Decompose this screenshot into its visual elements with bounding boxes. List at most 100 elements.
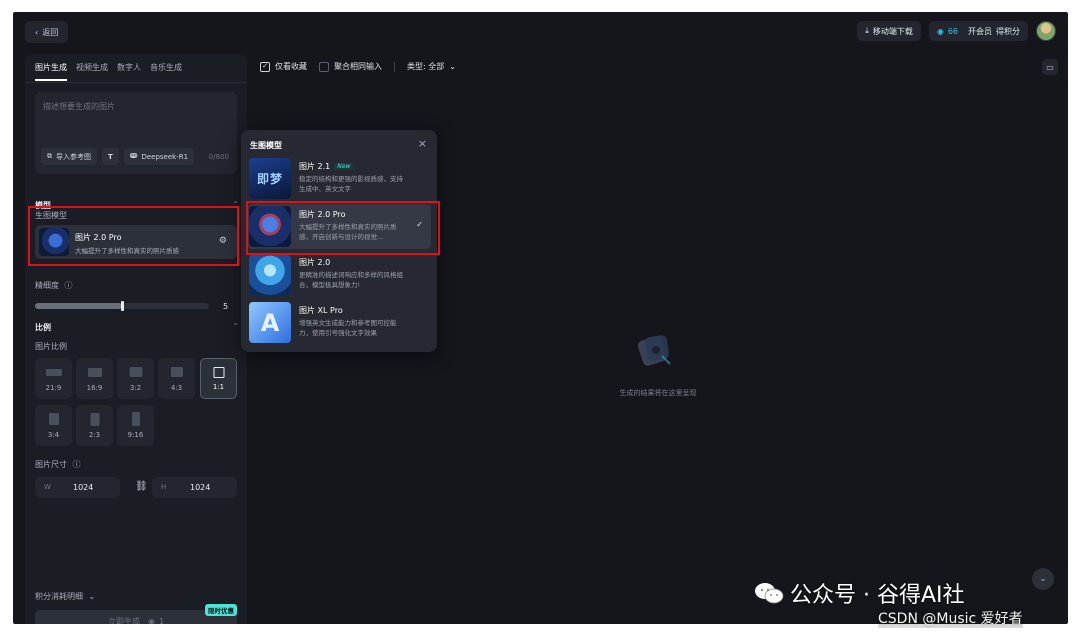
ratio-section-title: 比例 bbox=[35, 323, 51, 332]
prompt-input[interactable]: 描述想要生成的图片 ⧉ 导入参考图 T ↈ Deepseek-R1 0/800 bbox=[35, 92, 237, 174]
prompt-placeholder: 描述想要生成的图片 bbox=[43, 102, 115, 111]
ratio-shape bbox=[48, 413, 59, 425]
watermark-csdn: CSDN @Music 爱好者 bbox=[878, 608, 1023, 628]
size-text: 图片尺寸 bbox=[35, 460, 67, 469]
workspace-toolbar: ✓ 仅看收藏 聚合相同输入 类型: 全部 ⌄ bbox=[260, 61, 456, 72]
ratio-option[interactable]: 16:9 bbox=[76, 358, 113, 399]
model-option[interactable]: 图片 2.0 更精准的描述词响应和多样的风格组合，模型极具想象力! bbox=[247, 252, 431, 297]
model-thumbnail: 即梦 bbox=[249, 158, 291, 199]
model-name-text: 图片 2.1 bbox=[299, 162, 331, 171]
deepseek-button[interactable]: ↈ Deepseek-R1 bbox=[123, 148, 195, 165]
left-panel: 图片生成 视频生成 数字人 音乐生成 描述想要生成的图片 ⧉ 导入参考图 T ↈ… bbox=[25, 54, 247, 624]
mobile-download-label: 移动端下载 bbox=[872, 26, 913, 36]
ratio-shape bbox=[131, 412, 140, 426]
back-button[interactable]: ‹ 返回 bbox=[25, 21, 69, 43]
precision-text: 精细度 bbox=[35, 281, 59, 290]
size-label: 图片尺寸 ⓘ bbox=[35, 459, 81, 470]
link-icon[interactable]: ⛓ bbox=[135, 481, 148, 492]
height-value: 1024 bbox=[190, 483, 211, 492]
download-icon: ⤓ bbox=[865, 26, 869, 35]
ratio-text: 21:9 bbox=[45, 384, 62, 392]
empty-state-text: 生成的结果将在这里呈现 bbox=[619, 389, 697, 397]
model-option[interactable]: A 图片 XL Pro 增强英文生成能力和参考图可控能力，使用引号强化文字效果 bbox=[247, 300, 431, 345]
chevron-down-icon: ⌄ bbox=[88, 592, 96, 601]
popup-title: 生图模型 bbox=[250, 141, 282, 150]
model-option-desc: 更精准的描述词响应和多样的风格组合，模型极具想象力! bbox=[299, 271, 403, 289]
new-badge: New bbox=[334, 163, 354, 170]
avatar[interactable] bbox=[1036, 21, 1056, 41]
text-tool-button[interactable]: T bbox=[102, 148, 119, 165]
model-option-desc: 增强英文生成能力和参考图可控能力，使用引号强化文字效果 bbox=[299, 319, 397, 337]
ratio-text: 3:2 bbox=[129, 384, 142, 392]
model-option-name: 图片 2.0 bbox=[299, 257, 330, 268]
slider-handle[interactable] bbox=[121, 301, 124, 311]
type-filter-label: 类型: 全部 bbox=[407, 62, 445, 71]
tab-video[interactable]: 视频生成 bbox=[76, 62, 108, 81]
checkbox-checked-icon: ✓ bbox=[260, 61, 270, 72]
precision-label: 精细度 ⓘ bbox=[35, 280, 73, 291]
chevron-up-icon[interactable]: ⌃ bbox=[232, 322, 239, 331]
cost-label: 积分消耗明细 bbox=[35, 592, 83, 601]
divider bbox=[394, 61, 395, 72]
ratio-option[interactable]: 21:9 bbox=[35, 358, 72, 399]
chevron-left-icon: ‹ bbox=[35, 27, 39, 37]
ratio-option[interactable]: 2:3 bbox=[76, 405, 113, 446]
import-reference-button[interactable]: ⧉ 导入参考图 bbox=[41, 148, 97, 165]
back-label: 返回 bbox=[42, 27, 59, 37]
mobile-download-button[interactable]: ⤓ 移动端下载 bbox=[857, 21, 921, 41]
generate-button[interactable]: 立即生成 ◉ 1 限时优惠 bbox=[35, 604, 237, 625]
model-name-text: 图片 2.0 bbox=[299, 258, 331, 267]
ratio-text: 3:4 bbox=[47, 431, 60, 439]
model-thumbnail: A bbox=[249, 302, 291, 343]
merge-same-label: 聚合相同输入 bbox=[334, 62, 382, 71]
ratio-text: 16:9 bbox=[86, 384, 103, 392]
precision-value: 5 bbox=[223, 302, 229, 311]
promo-badge: 限时优惠 bbox=[205, 604, 237, 616]
model-name-text: 图片 XL Pro bbox=[299, 306, 343, 315]
top-right-actions: ⤓ 移动端下载 ◉ 66 开会员 得积分 bbox=[857, 21, 1056, 41]
tab-image[interactable]: 图片生成 bbox=[35, 62, 67, 81]
text-icon: T bbox=[108, 152, 113, 161]
model-option-name: 图片 XL Pro bbox=[299, 305, 343, 316]
height-input[interactable]: H 1024 bbox=[152, 477, 237, 498]
precision-slider[interactable] bbox=[35, 301, 209, 311]
ratio-option-selected[interactable]: 1:1 bbox=[200, 358, 237, 399]
char-counter: 0/800 bbox=[208, 153, 229, 161]
ratio-option[interactable]: 9:16 bbox=[117, 405, 154, 446]
folder-icon[interactable]: ▭ bbox=[1042, 59, 1058, 75]
credits-pill[interactable]: ◉ 66 开会员 得积分 bbox=[928, 21, 1028, 41]
model-thumbnail bbox=[249, 254, 291, 295]
width-input[interactable]: W 1024 bbox=[35, 477, 120, 498]
only-favorites-label: 仅看收藏 bbox=[275, 62, 307, 71]
model-option[interactable]: 即梦 图片 2.1 New 稳定的结构和更强的影视质感，支持生成中、英文文字 bbox=[247, 156, 431, 201]
ratio-option[interactable]: 3:2 bbox=[117, 358, 154, 399]
wechat-icon bbox=[755, 583, 784, 604]
height-label: H bbox=[161, 483, 167, 491]
type-filter-dropdown[interactable]: 类型: 全部 ⌄ bbox=[407, 61, 456, 72]
ratio-option[interactable]: 3:4 bbox=[35, 405, 72, 446]
creation-tabs: 图片生成 视频生成 数字人 音乐生成 bbox=[35, 62, 182, 81]
ratio-shape bbox=[170, 367, 183, 377]
tab-music[interactable]: 音乐生成 bbox=[150, 62, 182, 81]
credit-icon: ◉ bbox=[147, 616, 155, 625]
cost-details-toggle[interactable]: 积分消耗明细 ⌄ bbox=[35, 591, 95, 602]
scroll-down-icon[interactable]: ⌄ bbox=[1032, 568, 1054, 590]
tab-divider bbox=[25, 82, 247, 83]
ratio-text: 4:3 bbox=[170, 384, 183, 392]
tab-digital-human[interactable]: 数字人 bbox=[117, 62, 141, 81]
credits-count: 66 bbox=[947, 26, 958, 36]
ratio-label: 图片比例 bbox=[35, 342, 67, 351]
letter-a-icon: A bbox=[260, 308, 280, 337]
ratio-text: 2:3 bbox=[88, 431, 101, 439]
watermark-wechat: 公众号 · 谷得AI社 bbox=[754, 577, 965, 609]
ratio-shape bbox=[129, 367, 142, 377]
close-icon[interactable]: × bbox=[418, 137, 427, 150]
import-reference-label: 导入参考图 bbox=[56, 152, 91, 161]
merge-same-checkbox[interactable]: 聚合相同输入 bbox=[319, 61, 382, 72]
ratio-option[interactable]: 4:3 bbox=[158, 358, 195, 399]
deepseek-icon: ↈ bbox=[129, 152, 138, 160]
width-label: W bbox=[44, 483, 51, 491]
ratio-shape bbox=[87, 368, 102, 377]
highlight-box bbox=[28, 206, 239, 266]
only-favorites-checkbox[interactable]: ✓ 仅看收藏 bbox=[260, 61, 307, 72]
